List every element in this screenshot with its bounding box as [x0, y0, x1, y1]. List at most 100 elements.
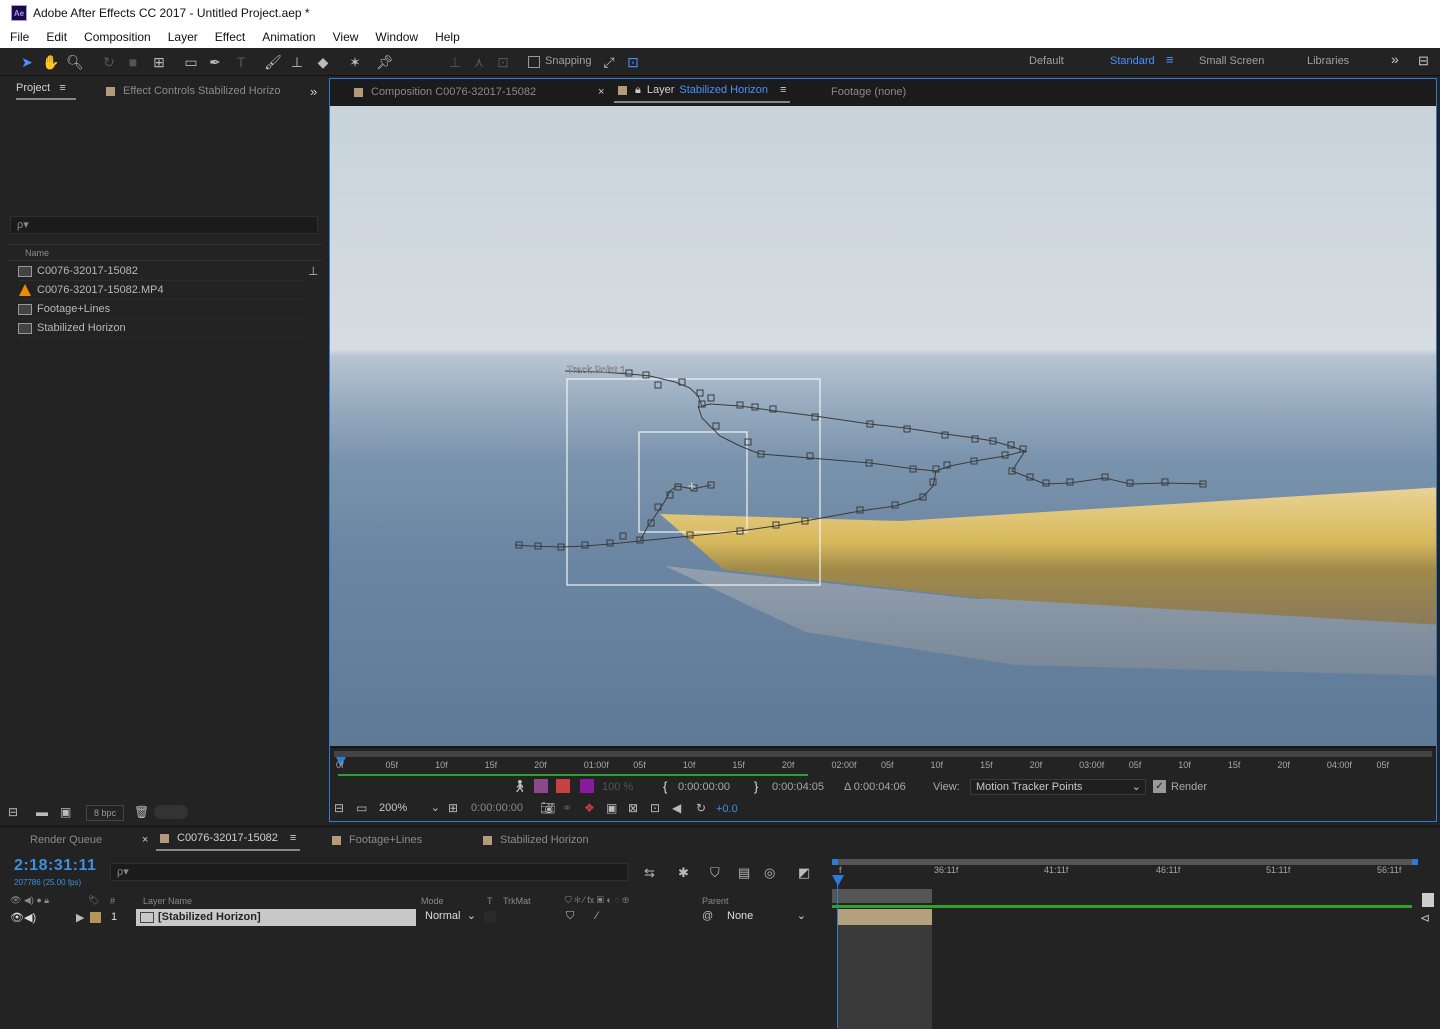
column-header-name[interactable]: Name — [8, 244, 322, 261]
opacity-value[interactable]: 100 % — [602, 781, 633, 793]
tab-footage-lines[interactable]: Footage+Lines — [332, 827, 422, 853]
tab-project[interactable]: Project ≡ — [16, 82, 76, 100]
keyframe-markers[interactable] — [515, 369, 1207, 551]
shy-layers-icon[interactable]: ⛉ — [710, 865, 720, 881]
out-time[interactable]: 0:00:04:05 — [772, 781, 824, 793]
panel-menu-icon[interactable]: ≡ — [53, 82, 65, 94]
reset-exposure-icon[interactable]: ◀ — [672, 801, 681, 815]
new-composition-icon[interactable]: ▣ — [60, 805, 71, 819]
pan-behind-tool-icon[interactable]: ⊞ — [150, 53, 168, 71]
menu-layer[interactable]: Layer — [158, 30, 205, 44]
pen-tool-icon[interactable]: ✒ — [206, 53, 224, 71]
column-num[interactable]: # — [110, 896, 115, 906]
quality-switch-icon[interactable]: ⁄ — [596, 910, 598, 922]
brush-tool-icon[interactable]: 🖌︎ — [264, 53, 282, 71]
trash-icon[interactable]: 🗑︎ — [134, 805, 149, 819]
puppet-pin-tool-icon[interactable]: 📌︎ — [376, 53, 394, 71]
composition-flowchart-icon[interactable]: ⇆ — [644, 865, 655, 881]
current-timecode[interactable]: 2:18:31:11 — [14, 857, 96, 875]
column-parent[interactable]: Parent — [702, 896, 729, 906]
snap-target-icon[interactable]: ⊡ — [624, 53, 642, 71]
rectangle-tool-icon[interactable]: ▭ — [182, 53, 200, 71]
menu-view[interactable]: View — [323, 30, 366, 44]
snapshot-icon[interactable]: 📷︎ — [540, 801, 555, 815]
world-axis-icon[interactable]: ⋏ — [470, 53, 488, 71]
motion-blur-icon[interactable]: ◎ — [764, 865, 775, 881]
menu-file[interactable]: File — [0, 30, 36, 44]
refresh-icon[interactable]: ↻ — [696, 801, 706, 815]
panel-layout-icon[interactable]: ⊟ — [1418, 53, 1429, 69]
frame-blending-icon[interactable]: ▤ — [738, 865, 750, 881]
roto-brush-tool-icon[interactable]: ✶ — [346, 53, 364, 71]
track-forward-icon[interactable] — [534, 779, 548, 793]
menu-composition[interactable]: Composition — [74, 30, 158, 44]
view-dropdown[interactable]: Motion Tracker Points ⌄ — [970, 779, 1146, 795]
show-snapshot-icon[interactable]: ⚭ — [562, 801, 572, 815]
snap-feature-icon[interactable]: ⤢ — [600, 53, 618, 71]
rotate-tool-icon[interactable]: ↻ — [100, 53, 118, 71]
work-area-end-handle[interactable] — [1412, 859, 1418, 865]
layer-duration-bar[interactable] — [832, 889, 932, 903]
tab-layer[interactable]: 🔒︎ Layer Stabilized Horizon ≡ — [614, 79, 791, 103]
list-item[interactable]: C0076-32017-15082.MP4 — [18, 281, 306, 300]
workspace-default[interactable]: Default — [1029, 55, 1064, 67]
timeline-graph[interactable]: f 36:11f 41:11f 46:11f 51:11f 56:11f — [832, 853, 1438, 1029]
work-area-bar[interactable] — [334, 751, 1432, 757]
lock-icon[interactable]: 🔒︎ — [635, 84, 641, 97]
column-trkmat[interactable]: TrkMat — [503, 896, 531, 906]
column-t[interactable]: T — [487, 896, 493, 906]
current-time-field[interactable]: 0:00:00:00 — [466, 801, 534, 817]
list-item[interactable]: Stabilized Horizon — [18, 319, 306, 338]
3d-view-icon[interactable]: ⊡ — [650, 801, 660, 815]
work-area-start-handle[interactable] — [832, 859, 838, 865]
shy-switch-icon[interactable]: ⛉ — [566, 910, 574, 923]
expand-triangle-icon[interactable]: ▶ — [76, 911, 84, 924]
current-time-indicator[interactable] — [832, 875, 844, 886]
panel-menu-icon[interactable]: ≡ — [780, 84, 786, 96]
selection-tool-icon[interactable]: ➤ — [18, 53, 36, 71]
work-area-bar[interactable] — [834, 859, 1418, 865]
graph-editor-icon[interactable]: ◩ — [798, 865, 810, 881]
draft-3d-icon[interactable]: ✱ — [678, 865, 689, 881]
close-tab-icon[interactable]: × — [142, 827, 148, 853]
workspace-small-screen[interactable]: Small Screen — [1199, 55, 1264, 67]
hand-tool-icon[interactable]: ✋ — [42, 53, 60, 71]
visibility-eye-icon[interactable]: 👁︎ — [10, 911, 24, 924]
project-bpc-button[interactable]: 8 bpc — [86, 805, 124, 821]
panel-overflow-icon[interactable]: » — [310, 78, 317, 104]
eraser-tool-icon[interactable]: ◆ — [314, 53, 332, 71]
snapping-checkbox[interactable] — [528, 56, 540, 68]
new-folder-icon[interactable]: ▬ — [36, 805, 48, 819]
axis-mode-icon[interactable]: ⊥ — [446, 53, 464, 71]
column-mode[interactable]: Mode — [421, 896, 444, 906]
transparency-grid-icon[interactable]: ⊠ — [628, 801, 638, 815]
layer-name-cell[interactable]: [Stabilized Horizon] — [136, 909, 416, 926]
menu-window[interactable]: Window — [365, 30, 425, 44]
render-checkbox[interactable]: ✓ — [1153, 780, 1166, 793]
workspace-menu-icon[interactable]: ≡ — [1166, 52, 1174, 67]
timeline-scroll-handle[interactable] — [1422, 893, 1434, 907]
interpret-footage-icon[interactable]: ⊟ — [8, 805, 18, 819]
attach-point-icon[interactable]: + — [688, 478, 696, 493]
layer-time-ruler[interactable]: 0f 05f 10f 15f 20f 01:00f 05f 10f 15f 20f 02:00f 05… — [330, 747, 1436, 777]
channels-icon[interactable]: ❖ — [584, 801, 595, 815]
layer-label-color[interactable] — [90, 912, 101, 923]
menu-animation[interactable]: Animation — [252, 30, 322, 44]
timeline-search-input[interactable]: ρ▾ — [110, 863, 628, 881]
project-search-input[interactable]: ρ▾ — [10, 216, 318, 234]
tab-effect-controls[interactable]: Effect Controls Stabilized Horizo — [106, 78, 281, 104]
tab-composition[interactable]: Composition C0076-32017-15082 — [354, 79, 536, 105]
zoom-tool-icon[interactable]: 🔍︎ — [66, 53, 84, 71]
region-of-interest-icon[interactable]: ▣ — [606, 801, 617, 815]
blend-mode-dropdown[interactable]: Normal ⌄ — [420, 909, 478, 925]
tab-render-queue[interactable]: Render Queue — [30, 827, 102, 853]
safe-margins-icon[interactable]: ⊞ — [448, 801, 458, 815]
track-point-label[interactable]: Track Point 1 — [567, 365, 626, 376]
tab-stabilized-horizon[interactable]: Stabilized Horizon — [483, 827, 589, 853]
tab-comp-timeline[interactable]: C0076-32017-15082 ≡ — [156, 827, 301, 851]
layer-image[interactable]: Track Point 1 + — [330, 106, 1436, 746]
workspace-overflow-icon[interactable]: » — [1391, 51, 1399, 67]
clone-stamp-tool-icon[interactable]: ⊥ — [288, 53, 306, 71]
track-motion-icon[interactable]: 🚶︎ — [512, 779, 527, 793]
menu-effect[interactable]: Effect — [205, 30, 252, 44]
